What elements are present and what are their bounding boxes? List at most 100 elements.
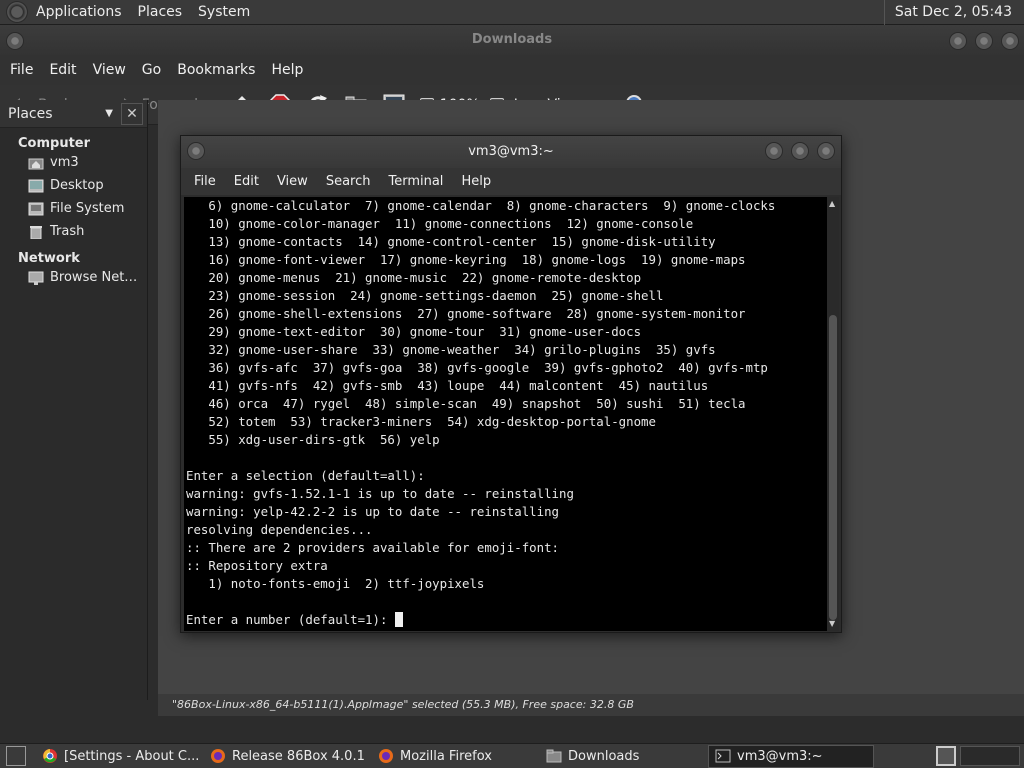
firefox-icon bbox=[379, 749, 393, 763]
terminal-menu-help[interactable]: Help bbox=[452, 174, 500, 189]
task-terminal[interactable]: vm3@vm3:~ bbox=[708, 744, 874, 768]
terminal-line: ​ bbox=[186, 593, 827, 611]
terminal-scrollbar[interactable]: ▲ ▼ bbox=[827, 197, 839, 631]
terminal-line: 29) gnome-text-editor 30) gnome-tour 31)… bbox=[186, 324, 642, 339]
sidebar-item-vm3[interactable]: vm3 bbox=[0, 151, 147, 174]
terminal-output[interactable]: 6) gnome-calculator 7) gnome-calendar 8)… bbox=[184, 197, 827, 631]
terminal-line: :: Repository extra bbox=[186, 558, 328, 573]
firefox-icon bbox=[211, 749, 225, 763]
folder-icon bbox=[546, 749, 562, 763]
menu-help[interactable]: Help bbox=[263, 62, 311, 78]
sidebar-category-computer: Computer bbox=[18, 136, 91, 151]
home-folder-icon bbox=[28, 158, 44, 169]
sidebar-item-desktop[interactable]: Desktop bbox=[0, 174, 147, 197]
close-button[interactable] bbox=[1001, 32, 1019, 50]
sidebar-item-label: File System bbox=[50, 201, 125, 216]
terminal-line: 55) xdg-user-dirs-gtk 56) yelp bbox=[186, 432, 440, 447]
menubar: File Edit View Go Bookmarks Help bbox=[0, 55, 1024, 85]
terminal-line: 52) totem 53) tracker3-miners 54) xdg-de… bbox=[186, 414, 656, 429]
sidebar-item-browse-network[interactable]: Browse Net… bbox=[0, 266, 147, 289]
terminal-line: 46) orca 47) rygel 48) simple-scan 49) s… bbox=[186, 396, 746, 411]
terminal-line: 36) gvfs-afc 37) gvfs-goa 38) gvfs-googl… bbox=[186, 360, 768, 375]
terminal-line: 26) gnome-shell-extensions 27) gnome-sof… bbox=[186, 306, 746, 321]
terminal-line: ​ bbox=[186, 449, 827, 467]
sidebar-close-button[interactable]: ✕ bbox=[121, 102, 143, 125]
maximize-button[interactable] bbox=[975, 32, 993, 50]
network-icon bbox=[28, 271, 44, 285]
sidebar-item-label: Trash bbox=[50, 224, 85, 239]
terminal-line: :: There are 2 providers available for e… bbox=[186, 540, 559, 555]
task-label: [Settings - About C... bbox=[64, 748, 200, 764]
sidebar-item-label: vm3 bbox=[50, 155, 79, 170]
terminal-maximize-button[interactable] bbox=[791, 142, 809, 160]
workspace-2[interactable] bbox=[960, 746, 1020, 766]
applications-menu[interactable]: Applications bbox=[28, 0, 130, 25]
menu-view[interactable]: View bbox=[85, 62, 134, 78]
terminal-titlebar[interactable]: vm3@vm3:~ bbox=[181, 136, 841, 168]
chrome-icon bbox=[43, 749, 57, 763]
clock[interactable]: Sat Dec 2, 05:43 bbox=[883, 0, 1020, 25]
sidebar-item-file-system[interactable]: File System bbox=[0, 197, 147, 220]
terminal-menu-search[interactable]: Search bbox=[317, 174, 380, 189]
terminal-menu-edit[interactable]: Edit bbox=[225, 174, 268, 189]
distro-logo-icon[interactable] bbox=[6, 1, 28, 23]
terminal-minimize-button[interactable] bbox=[765, 142, 783, 160]
sidebar-item-trash[interactable]: Trash bbox=[0, 220, 147, 243]
window-menu-button[interactable] bbox=[6, 32, 24, 50]
terminal-line: 1) noto-fonts-emoji 2) ttf-joypixels bbox=[186, 576, 485, 591]
terminal-line: Enter a selection (default=all): bbox=[186, 468, 425, 483]
terminal-line: 13) gnome-contacts 14) gnome-control-cen… bbox=[186, 234, 716, 249]
sidebar-header: Places ▼ ✕ bbox=[0, 100, 147, 128]
menu-bookmarks[interactable]: Bookmarks bbox=[169, 62, 263, 78]
sidebar-category-network: Network bbox=[18, 251, 80, 266]
terminal-line: 10) gnome-color-manager 11) gnome-connec… bbox=[186, 216, 694, 231]
sidebar-item-label: Desktop bbox=[50, 178, 104, 193]
terminal-line: 32) gnome-user-share 33) gnome-weather 3… bbox=[186, 342, 716, 357]
places-menu[interactable]: Places bbox=[130, 0, 191, 25]
terminal-line: 23) gnome-session 24) gnome-settings-dae… bbox=[186, 288, 664, 303]
terminal-menu-terminal[interactable]: Terminal bbox=[379, 174, 452, 189]
task-downloads[interactable]: Downloads bbox=[540, 745, 706, 768]
menu-go[interactable]: Go bbox=[134, 62, 169, 78]
sidebar-type-select[interactable]: Places bbox=[8, 106, 105, 122]
file-manager-titlebar[interactable]: Downloads bbox=[0, 25, 1024, 55]
menu-file[interactable]: File bbox=[2, 62, 41, 78]
terminal-window-menu-button[interactable] bbox=[187, 142, 205, 160]
minimize-button[interactable] bbox=[949, 32, 967, 50]
terminal-menu-file[interactable]: File bbox=[185, 174, 225, 189]
system-menu[interactable]: System bbox=[190, 0, 258, 25]
terminal-line: 41) gvfs-nfs 42) gvfs-smb 43) loupe 44) … bbox=[186, 378, 709, 393]
terminal-line: warning: gvfs-1.52.1-1 is up to date -- … bbox=[186, 486, 574, 501]
sidebar-item-label: Browse Net… bbox=[50, 270, 138, 285]
workspace-1[interactable] bbox=[936, 746, 956, 766]
terminal-window: vm3@vm3:~ File Edit View Search Terminal… bbox=[180, 135, 842, 633]
task-label: Release 86Box 4.0.1 ... bbox=[232, 748, 370, 764]
window-title: Downloads bbox=[471, 32, 553, 47]
sidebar-type-dropdown-icon[interactable]: ▼ bbox=[105, 108, 113, 119]
scrollbar-thumb[interactable] bbox=[829, 315, 837, 620]
menu-edit[interactable]: Edit bbox=[41, 62, 84, 78]
task-mozilla-firefox[interactable]: Mozilla Firefox bbox=[372, 745, 538, 768]
terminal-line: warning: yelp-42.2-2 is up to date -- re… bbox=[186, 504, 559, 519]
desktop-icon bbox=[28, 179, 44, 192]
terminal-title: vm3@vm3:~ bbox=[468, 144, 554, 159]
terminal-menubar: File Edit View Search Terminal Help bbox=[181, 168, 841, 195]
terminal-line: 6) gnome-calculator 7) gnome-calendar 8)… bbox=[186, 198, 776, 213]
bottom-taskbar: [Settings - About C... Release 86Box 4.0… bbox=[0, 743, 1024, 768]
task-label: Downloads bbox=[568, 748, 640, 764]
terminal-line: 16) gnome-font-viewer 17) gnome-keyring … bbox=[186, 252, 746, 267]
terminal-prompt-line: Enter a number (default=1): bbox=[186, 611, 827, 629]
text-cursor bbox=[394, 612, 403, 627]
task-label: vm3@vm3:~ bbox=[737, 748, 823, 764]
trash-icon bbox=[30, 225, 42, 239]
places-sidebar: Places ▼ ✕ Computer vm3 Desktop File Sys… bbox=[0, 100, 148, 700]
task-release-86box[interactable]: Release 86Box 4.0.1 ... bbox=[204, 745, 370, 768]
scroll-up-arrow-icon[interactable]: ▲ bbox=[829, 199, 835, 208]
scroll-down-arrow-icon[interactable]: ▼ bbox=[829, 619, 835, 628]
status-bar: "86Box-Linux-x86_64-b5111(1).AppImage" s… bbox=[158, 694, 1024, 716]
task-settings-about[interactable]: [Settings - About C... bbox=[36, 745, 202, 768]
terminal-line: 20) gnome-menus 21) gnome-music 22) gnom… bbox=[186, 270, 642, 285]
show-desktop-button[interactable] bbox=[6, 746, 26, 766]
terminal-menu-view[interactable]: View bbox=[268, 174, 317, 189]
terminal-close-button[interactable] bbox=[817, 142, 835, 160]
